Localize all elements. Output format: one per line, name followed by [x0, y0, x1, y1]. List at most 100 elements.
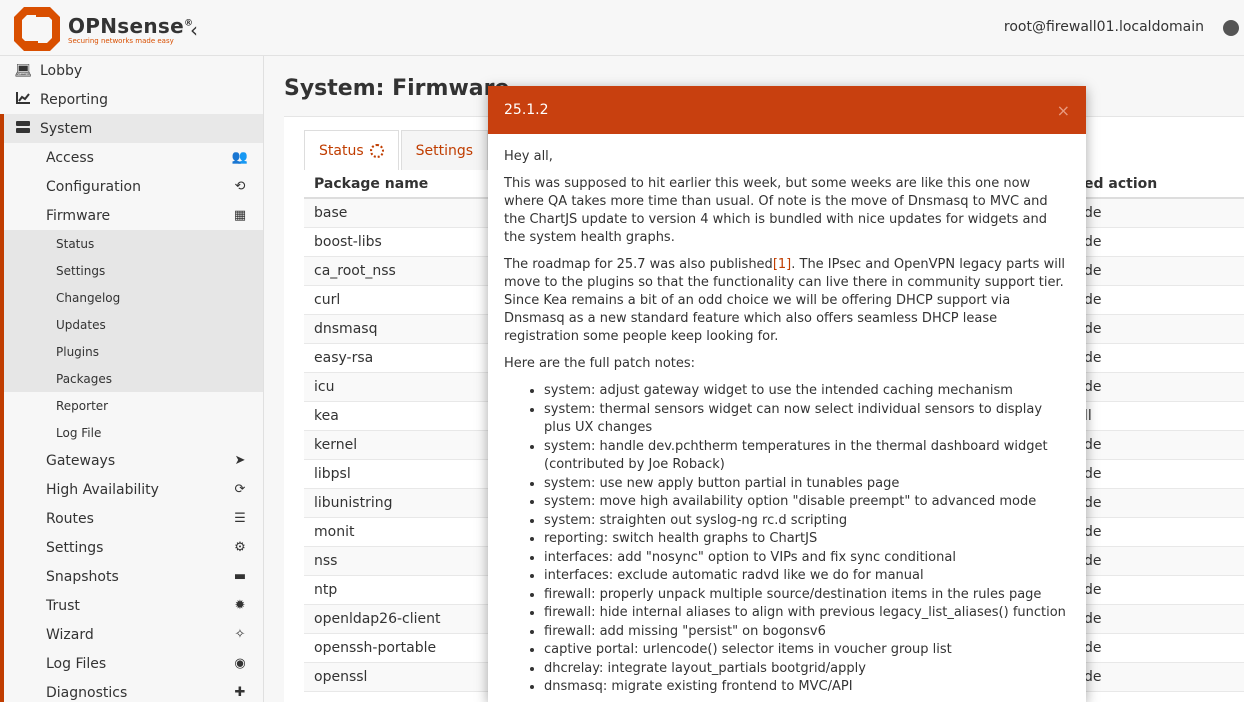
- status-indicator-icon[interactable]: [1223, 20, 1239, 36]
- sidebar-item-diagnostics[interactable]: Diagnostics ✚: [0, 678, 263, 702]
- list-item: system: handle dev.pchtherm temperatures…: [544, 438, 1070, 475]
- package-action-cell: de: [1084, 292, 1102, 308]
- package-name-cell: ca_root_nss: [314, 263, 396, 279]
- list-item: system: move high availability option "d…: [544, 493, 1070, 512]
- sidebar-collapse-icon[interactable]: ‹: [186, 18, 202, 42]
- sidebar-item-firmware-log-file[interactable]: Log File: [0, 419, 263, 446]
- package-action-cell: de: [1084, 524, 1102, 540]
- package-name-cell: monit: [314, 524, 355, 540]
- package-action-cell: de: [1084, 234, 1102, 250]
- patch-notes-list: system: adjust gateway widget to use the…: [544, 382, 1070, 697]
- sidebar-item-routes[interactable]: Routes ☰: [0, 504, 263, 533]
- sidebar-item-label: Snapshots: [46, 568, 119, 585]
- certificate-icon: ✹: [234, 598, 246, 613]
- sidebar-item-firmware-changelog[interactable]: Changelog: [0, 284, 263, 311]
- list-item: reporting: switch health graphs to Chart…: [544, 530, 1070, 549]
- close-icon[interactable]: ×: [1057, 101, 1070, 120]
- package-name-cell: base: [314, 205, 348, 221]
- list-item: dnsmasq: migrate existing frontend to MV…: [544, 678, 1070, 697]
- sidebar-item-lobby[interactable]: 💻︎ Lobby: [0, 56, 263, 85]
- package-action-cell: de: [1084, 205, 1102, 221]
- sidebar-item-firmware-settings[interactable]: Settings: [0, 257, 263, 284]
- sidebar-item-trust[interactable]: Trust ✹: [0, 591, 263, 620]
- sidebar-item-label: Reporting: [40, 91, 109, 108]
- sidebar-item-label: Configuration: [46, 178, 141, 195]
- sidebar-item-firmware[interactable]: Firmware ▦: [0, 201, 263, 230]
- column-header-package-name[interactable]: Package name: [314, 176, 428, 192]
- package-name-cell: libunistring: [314, 495, 393, 511]
- package-action-cell: de: [1084, 495, 1102, 511]
- logo-text: OPNsense® Securing networks made easy: [68, 14, 193, 45]
- sidebar-item-settings[interactable]: Settings ⚙: [0, 533, 263, 562]
- sidebar-item-high-availability[interactable]: High Availability ⟳: [0, 475, 263, 504]
- sidebar-item-access[interactable]: Access 👥: [0, 143, 263, 172]
- sidebar-item-gateways[interactable]: Gateways ➤: [0, 446, 263, 475]
- location-arrow-icon: ➤: [234, 453, 246, 468]
- sidebar-item-configuration[interactable]: Configuration ⟲: [0, 172, 263, 201]
- sidebar-item-label: Routes: [46, 510, 94, 527]
- sidebar-item-label: Firmware: [46, 207, 111, 224]
- tab-status[interactable]: Status: [304, 130, 399, 170]
- sidebar-item-label: Wizard: [46, 626, 94, 643]
- sidebar-item-reporting[interactable]: Reporting: [0, 85, 263, 114]
- package-action-cell: de: [1084, 321, 1102, 337]
- modal-paragraph: Here are the full patch notes:: [504, 356, 696, 371]
- tab-settings[interactable]: Settings: [400, 130, 489, 170]
- sidebar-item-firmware-status[interactable]: Status: [0, 230, 263, 257]
- package-name-cell: easy-rsa: [314, 350, 374, 366]
- package-action-cell: de: [1084, 669, 1102, 685]
- package-name-cell: openssh-portable: [314, 640, 437, 656]
- users-icon: 👥: [231, 150, 249, 165]
- package-name-cell: openssl: [314, 669, 368, 685]
- sidebar-item-label: Lobby: [40, 62, 83, 79]
- package-action-cell: de: [1084, 611, 1102, 627]
- sidebar-item-snapshots[interactable]: Snapshots ▬: [0, 562, 263, 591]
- sidebar-item-log-files[interactable]: Log Files ◉: [0, 649, 263, 678]
- sidebar-item-firmware-updates[interactable]: Updates: [0, 311, 263, 338]
- list-item: interfaces: exclude automatic radvd like…: [544, 567, 1070, 586]
- sidebar-item-label: Settings: [46, 539, 104, 556]
- package-action-cell: de: [1084, 466, 1102, 482]
- building-icon: ▦: [233, 208, 247, 223]
- firmware-tabs: Status Settings: [304, 130, 490, 170]
- package-name-cell: libpsl: [314, 466, 351, 482]
- package-name-cell: dnsmasq: [314, 321, 378, 337]
- package-name-cell: ntp: [314, 582, 338, 598]
- list-item: system: straighten out syslog-ng rc.d sc…: [544, 512, 1070, 531]
- modal-header: 25.1.2 ×: [488, 86, 1086, 134]
- package-name-cell: curl: [314, 292, 341, 308]
- modal-greeting: Hey all,: [504, 149, 553, 164]
- server-icon: [14, 120, 32, 137]
- column-header-action[interactable]: ed action: [1084, 176, 1157, 192]
- package-action-cell: de: [1084, 553, 1102, 569]
- sidebar-item-label: Gateways: [46, 452, 116, 469]
- refresh-icon: ⟳: [234, 482, 246, 497]
- list-item: firewall: properly unpack multiple sourc…: [544, 586, 1070, 605]
- opnsense-logo[interactable]: OPNsense® Securing networks made easy: [12, 4, 193, 54]
- magic-wand-icon: ✧: [234, 627, 246, 642]
- sidebar-item-firmware-packages[interactable]: Packages: [0, 365, 263, 392]
- medkit-icon: ✚: [234, 685, 246, 700]
- package-name-cell: kernel: [314, 437, 358, 453]
- top-bar: OPNsense® Securing networks made easy ‹ …: [0, 0, 1244, 56]
- list-item: system: use new apply button partial in …: [544, 475, 1070, 494]
- sidebar-item-wizard[interactable]: Wizard ✧: [0, 620, 263, 649]
- logo-mark-icon: [12, 5, 62, 53]
- sidebar-item-firmware-plugins[interactable]: Plugins: [0, 338, 263, 365]
- sidebar-item-firmware-reporter[interactable]: Reporter: [0, 392, 263, 419]
- package-name-cell: nss: [314, 553, 338, 569]
- roadmap-link[interactable]: [1]: [773, 257, 791, 272]
- package-name-cell: icu: [314, 379, 335, 395]
- logo-name: OPNsense®: [68, 13, 194, 38]
- list-item: dhcrelay: integrate layout_partials boot…: [544, 660, 1070, 679]
- hdd-icon: ▬: [233, 569, 247, 584]
- modal-paragraph: This was supposed to hit earlier this we…: [504, 176, 1048, 245]
- list-item: system: thermal sensors widget can now s…: [544, 401, 1070, 438]
- package-action-cell: de: [1084, 263, 1102, 279]
- user-menu[interactable]: root@firewall01.localdomain: [1004, 19, 1204, 35]
- sidebar-item-label: High Availability: [46, 481, 159, 498]
- cogs-icon: ⚙: [234, 540, 246, 555]
- sidebar-item-system[interactable]: System: [0, 114, 263, 143]
- sidebar: 💻︎ Lobby Reporting System Access 👥 Confi…: [0, 56, 264, 702]
- sidebar-item-label: Access: [46, 149, 94, 166]
